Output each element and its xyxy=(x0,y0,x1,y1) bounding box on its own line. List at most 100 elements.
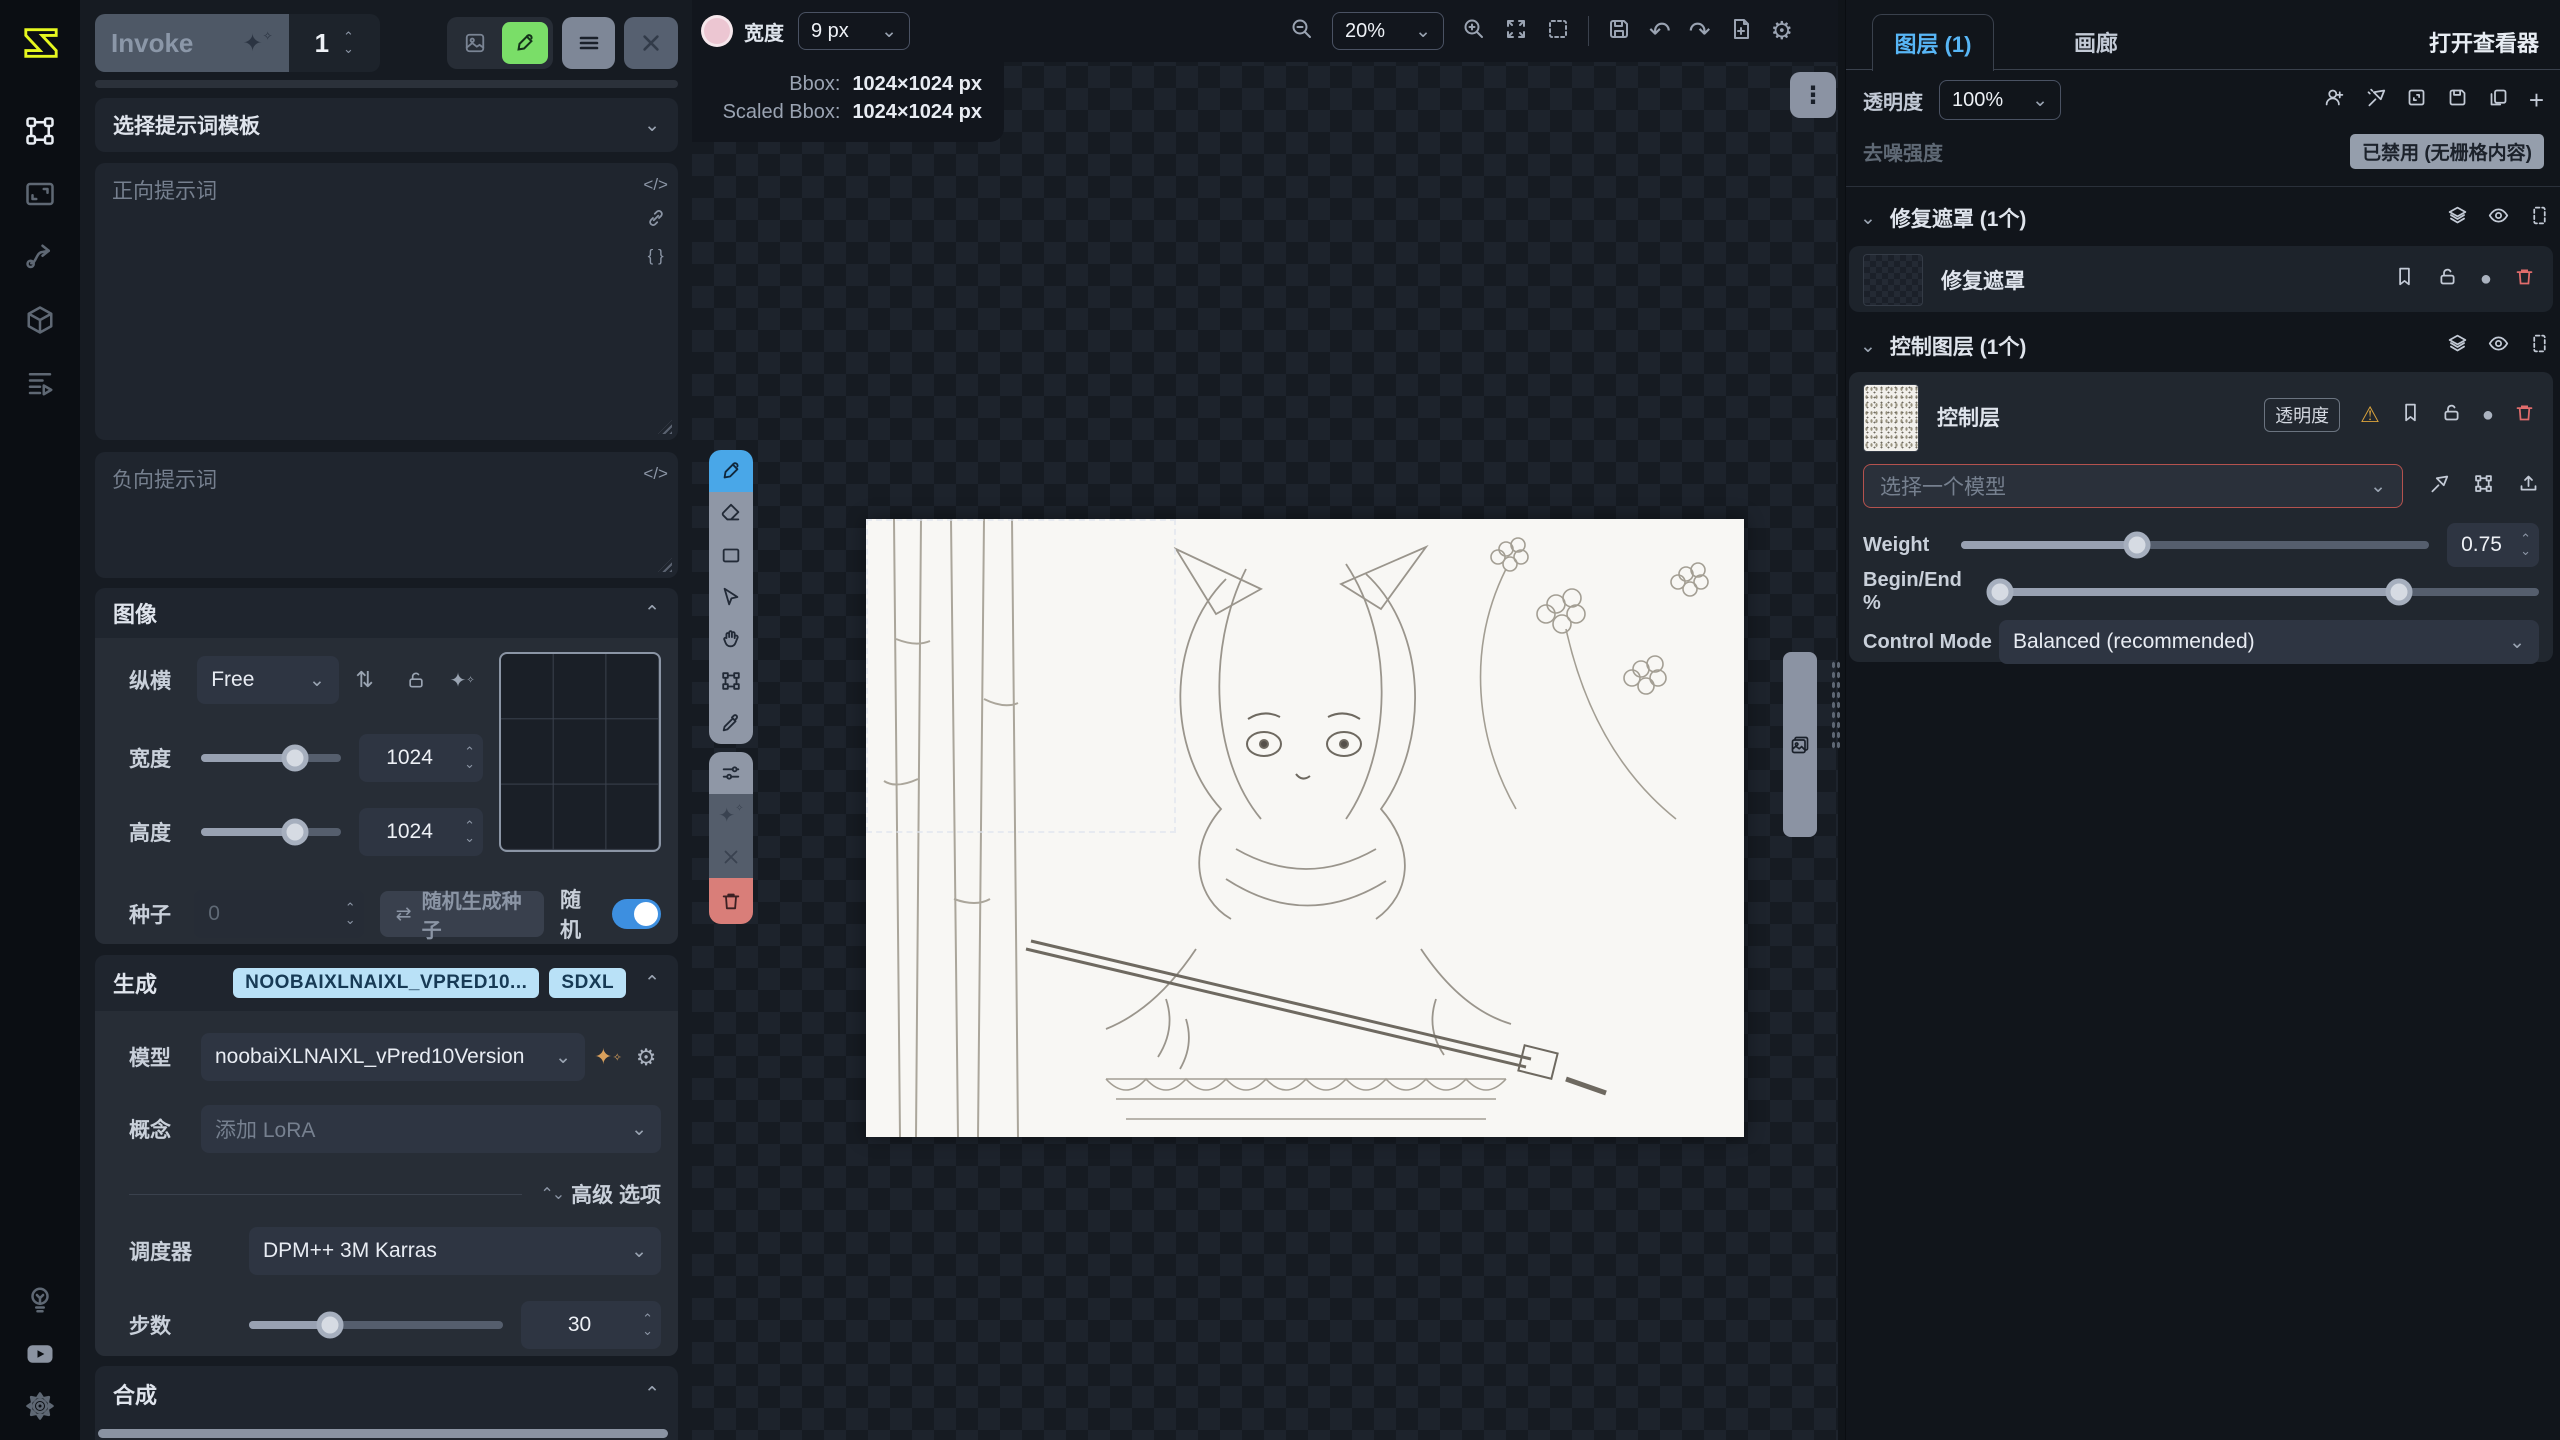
bbox-tool[interactable] xyxy=(709,660,753,702)
weight-slider[interactable] xyxy=(1961,541,2429,549)
bookmark-icon[interactable] xyxy=(2400,402,2421,428)
cancel-process-button[interactable] xyxy=(709,836,753,878)
negative-prompt-box[interactable]: 负向提示词 </> xyxy=(95,452,678,578)
zoom-out-icon[interactable] xyxy=(1290,17,1314,46)
mask-fill-icon[interactable]: ● xyxy=(2482,404,2494,427)
process-button[interactable]: ✦✧ xyxy=(709,794,753,836)
nav-upscale-icon[interactable] xyxy=(0,166,80,222)
control-mode-select[interactable]: Balanced (recommended) ⌄ xyxy=(1999,620,2539,664)
unlock-icon[interactable] xyxy=(2441,402,2462,428)
eye-icon[interactable] xyxy=(2488,333,2509,359)
width-slider[interactable] xyxy=(201,754,341,762)
staging-area-tab[interactable] xyxy=(1783,652,1817,837)
scheduler-select[interactable]: DPM++ 3M Karras ⌄ xyxy=(249,1227,661,1275)
weight-input[interactable]: 0.75 ⌃⌄ xyxy=(2447,523,2539,567)
resize-handle[interactable] xyxy=(658,420,672,434)
horizontal-scrollbar[interactable] xyxy=(98,1429,668,1438)
invoke-button[interactable]: Invoke ✦✧ xyxy=(95,14,289,72)
filter-layer-icon[interactable] xyxy=(2365,87,2386,113)
layers-icon[interactable] xyxy=(2447,333,2468,359)
move-tool[interactable] xyxy=(709,576,753,618)
transform-layer-icon[interactable] xyxy=(2406,87,2427,113)
gen-advanced-label[interactable]: 高级 选项 xyxy=(571,1179,661,1209)
positive-prompt-box[interactable]: 正向提示词 </> { } xyxy=(95,163,678,440)
nav-models-icon[interactable] xyxy=(0,292,80,348)
control-section-header[interactable]: ⌄ 控制图层 (1个) xyxy=(1860,328,2550,364)
bookmark-icon[interactable] xyxy=(2394,266,2415,292)
prompt-embedding-icon[interactable]: </> xyxy=(643,464,668,484)
width-input[interactable]: 1024 ⌃⌄ xyxy=(359,734,483,782)
inpaint-section-header[interactable]: ⌄ 修复遮罩 (1个) xyxy=(1860,200,2550,236)
panel-resize-handle[interactable] xyxy=(1831,660,1841,750)
randomize-seed-button[interactable]: ⇄ 随机生成种子 xyxy=(380,891,544,937)
prompt-embedding-icon[interactable]: </> xyxy=(643,175,668,195)
filters-tool[interactable] xyxy=(709,752,753,794)
brush-tool[interactable] xyxy=(709,450,753,492)
control-model-select[interactable]: 选择一个模型 ⌄ xyxy=(1863,464,2403,508)
cancel-button[interactable] xyxy=(624,17,678,69)
send-to-canvas-icon[interactable] xyxy=(502,22,548,64)
resize-handle[interactable] xyxy=(658,558,672,572)
settings-icon[interactable] xyxy=(0,1378,80,1434)
slider-knob[interactable] xyxy=(281,745,308,772)
generation-section-header[interactable]: 生成 NOOBAIXLNAIXL_VPRED10... SDXL ⌃ xyxy=(95,955,678,1011)
undo-icon[interactable]: ↶ xyxy=(1649,16,1671,47)
end-knob[interactable] xyxy=(2385,579,2412,606)
canvas-menu-button[interactable]: ⋮ xyxy=(1790,72,1836,118)
rect-tool[interactable] xyxy=(709,534,753,576)
fit-to-canvas-icon[interactable] xyxy=(1504,17,1528,46)
crop-frame-icon[interactable] xyxy=(2529,205,2550,231)
aspect-select[interactable]: Free ⌄ xyxy=(197,656,339,704)
nav-queue-icon[interactable] xyxy=(0,355,80,411)
opacity-select[interactable]: 100% ⌄ xyxy=(1939,80,2061,120)
prompt-curly-braces-icon[interactable]: { } xyxy=(648,246,664,266)
model-default-settings-icon[interactable]: ✦✧ xyxy=(585,1044,631,1070)
brush-color-swatch[interactable] xyxy=(704,18,730,44)
nav-workflows-icon[interactable] xyxy=(0,229,80,285)
fit-bbox-icon[interactable] xyxy=(1546,17,1570,46)
layers-icon[interactable] xyxy=(2447,205,2468,231)
zoom-in-icon[interactable] xyxy=(1462,17,1486,46)
swap-dimensions-icon[interactable]: ⇅ xyxy=(339,667,390,693)
eraser-tool[interactable] xyxy=(709,492,753,534)
compositing-section-header[interactable]: 合成 ⌃ xyxy=(95,1366,678,1422)
eye-icon[interactable] xyxy=(2488,205,2509,231)
seed-input[interactable]: 0 ⌃⌄ xyxy=(194,890,363,938)
youtube-icon[interactable] xyxy=(0,1326,80,1382)
support-icon[interactable] xyxy=(0,1272,80,1328)
duplicate-layer-icon[interactable] xyxy=(2488,87,2509,113)
unlock-icon[interactable] xyxy=(2437,266,2458,292)
open-viewer-button[interactable]: 打开查看器 xyxy=(2429,14,2539,70)
delete-icon[interactable] xyxy=(2514,402,2535,428)
queue-count-stepper[interactable]: 1 ⌃⌄ xyxy=(289,14,380,72)
delete-icon[interactable] xyxy=(2514,266,2535,292)
queue-count-arrows[interactable]: ⌃⌄ xyxy=(339,32,354,55)
delete-layer-button[interactable] xyxy=(709,878,753,924)
height-slider[interactable] xyxy=(201,828,341,836)
slider-knob[interactable] xyxy=(281,819,308,846)
mask-fill-icon[interactable]: ● xyxy=(2480,268,2492,291)
optimize-size-icon[interactable]: ✦✧ xyxy=(441,668,483,693)
layer-opacity-chip[interactable]: 透明度 xyxy=(2264,398,2340,432)
model-select[interactable]: noobaiXLNAIXL_vPred10Version ⌄ xyxy=(201,1033,585,1081)
filter-wand-icon[interactable] xyxy=(2428,473,2449,499)
color-picker-tool[interactable] xyxy=(709,702,753,744)
crop-frame-icon[interactable] xyxy=(2529,333,2550,359)
tab-gallery[interactable]: 画廊 xyxy=(2046,14,2146,70)
height-input[interactable]: 1024 ⌃⌄ xyxy=(359,808,483,856)
new-session-icon[interactable] xyxy=(1729,17,1753,46)
lock-aspect-icon[interactable] xyxy=(390,670,441,690)
fit-bbox-icon[interactable] xyxy=(2473,473,2494,499)
add-layer-icon[interactable]: + xyxy=(2529,85,2544,116)
canvas-settings-icon[interactable]: ⚙ xyxy=(1771,16,1793,46)
pan-tool[interactable] xyxy=(709,618,753,660)
slider-knob[interactable] xyxy=(2123,532,2150,559)
brush-width-select[interactable]: 9 px ⌄ xyxy=(798,12,910,50)
prompt-template-select[interactable]: 选择提示词模板 ⌄ xyxy=(95,98,678,152)
canvas-area[interactable]: 宽度 9 px ⌄ Bbox: 1024×1024 px Scaled Bbox… xyxy=(692,0,1838,1440)
steps-slider[interactable] xyxy=(249,1321,503,1329)
menu-button[interactable] xyxy=(562,17,616,69)
image-section-header[interactable]: 图像 ⌃ xyxy=(95,588,678,638)
send-to-gallery-icon[interactable] xyxy=(452,22,498,64)
model-gear-icon[interactable]: ⚙ xyxy=(631,1044,661,1071)
